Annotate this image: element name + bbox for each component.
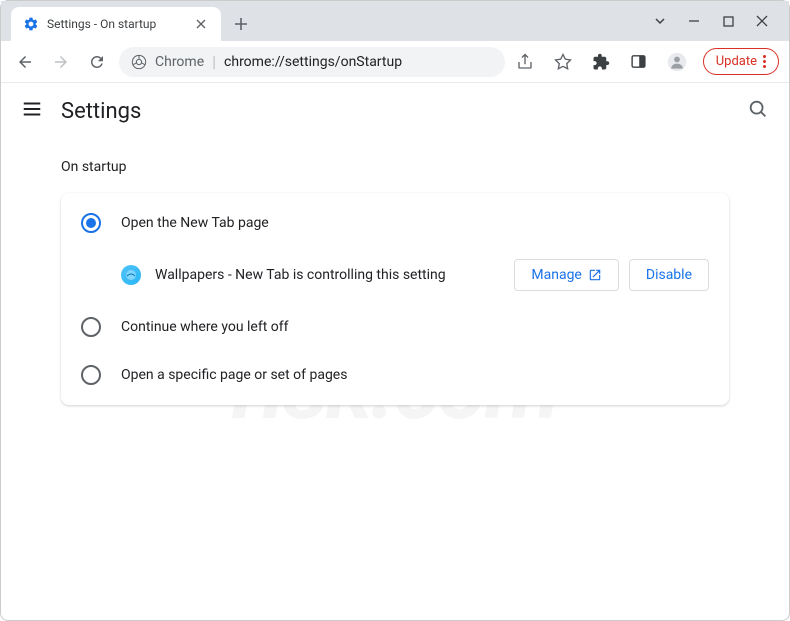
search-icon[interactable]: [747, 98, 769, 124]
disable-label: Disable: [646, 267, 692, 283]
more-menu-icon: [763, 55, 766, 68]
chrome-icon: [131, 54, 147, 70]
radio-label: Open a specific page or set of pages: [121, 367, 347, 383]
gear-icon: [23, 16, 39, 32]
open-external-icon: [588, 268, 602, 282]
radio-option-continue[interactable]: Continue where you left off: [61, 303, 729, 351]
section-title: On startup: [61, 159, 729, 175]
bookmark-star-icon[interactable]: [551, 50, 575, 74]
window-titlebar: Settings - On startup: [1, 1, 789, 41]
settings-content: On startup Open the New Tab page Wallpap…: [1, 139, 789, 425]
forward-button[interactable]: [47, 48, 75, 76]
radio-label: Open the New Tab page: [121, 215, 269, 231]
browser-toolbar: Chrome | chrome://settings/onStartup Upd…: [1, 41, 789, 83]
chevron-down-icon[interactable]: [653, 14, 667, 28]
update-label: Update: [716, 54, 757, 69]
reload-button[interactable]: [83, 48, 111, 76]
address-bar[interactable]: Chrome | chrome://settings/onStartup: [119, 47, 505, 77]
extensions-icon[interactable]: [589, 50, 613, 74]
maximize-icon[interactable]: [721, 14, 735, 28]
radio-icon: [81, 365, 101, 385]
tab-title: Settings - On startup: [47, 17, 185, 31]
radio-icon: [81, 317, 101, 337]
close-window-icon[interactable]: [755, 14, 769, 28]
page-title: Settings: [61, 99, 141, 124]
startup-card: Open the New Tab page Wallpapers - New T…: [61, 193, 729, 405]
new-tab-button[interactable]: [227, 10, 255, 38]
update-button[interactable]: Update: [703, 48, 779, 75]
disable-button[interactable]: Disable: [629, 259, 709, 291]
radio-option-new-tab[interactable]: Open the New Tab page: [61, 199, 729, 247]
omnibox-url: chrome://settings/onStartup: [224, 54, 402, 70]
extension-app-icon: [121, 265, 141, 285]
back-button[interactable]: [11, 48, 39, 76]
manage-label: Manage: [531, 267, 581, 283]
extension-notice-row: Wallpapers - New Tab is controlling this…: [61, 247, 729, 303]
share-icon[interactable]: [513, 50, 537, 74]
omnibox-separator: |: [212, 52, 216, 71]
radio-option-specific-pages[interactable]: Open a specific page or set of pages: [61, 351, 729, 399]
profile-avatar-icon[interactable]: [665, 50, 689, 74]
close-tab-icon[interactable]: [193, 16, 209, 32]
sidepanel-icon[interactable]: [627, 50, 651, 74]
minimize-icon[interactable]: [687, 14, 701, 28]
radio-label: Continue where you left off: [121, 319, 289, 335]
menu-icon[interactable]: [21, 98, 43, 124]
browser-tab[interactable]: Settings - On startup: [11, 7, 221, 41]
toolbar-actions: Update: [513, 48, 779, 75]
radio-icon: [81, 213, 101, 233]
settings-header: Settings: [1, 83, 789, 139]
omnibox-scheme: Chrome: [155, 54, 204, 70]
extension-notice-text: Wallpapers - New Tab is controlling this…: [155, 267, 500, 283]
window-controls: [653, 1, 781, 41]
manage-button[interactable]: Manage: [514, 259, 618, 291]
